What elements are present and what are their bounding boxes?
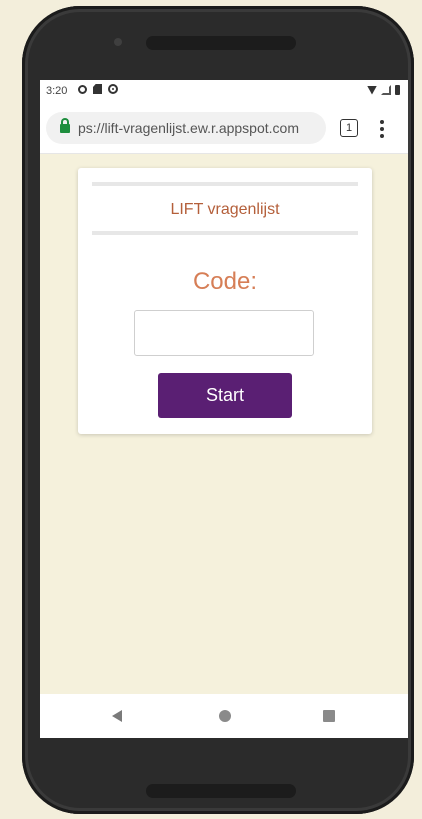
camera-icon: [114, 38, 122, 46]
battery-icon: [395, 85, 400, 95]
status-notification-icons: [78, 84, 118, 94]
status-system-icons: [367, 85, 400, 95]
status-bar: 3:20: [40, 80, 408, 104]
tab-count: 1: [345, 122, 353, 134]
url-bar[interactable]: ps://lift-vragenlijst.ew.r.appspot.com: [46, 112, 326, 144]
menu-dot: [380, 134, 384, 138]
android-nav-bar: [40, 694, 408, 738]
code-input[interactable]: [134, 310, 314, 356]
code-label: Code:: [192, 268, 258, 295]
browser-toolbar: ps://lift-vragenlijst.ew.r.appspot.com 1: [40, 104, 408, 154]
recents-icon[interactable]: [323, 710, 335, 722]
card-divider-top: [92, 182, 358, 186]
menu-dot: [380, 120, 384, 124]
sd-card-icon: [93, 84, 102, 94]
signal-icon: [381, 85, 391, 95]
phone-screen: 3:20 ps://lift-vragenlijst.ew.r.appspot.…: [40, 80, 408, 738]
card-divider-bottom: [92, 231, 358, 235]
home-icon[interactable]: [219, 710, 231, 722]
wifi-icon: [367, 85, 377, 95]
menu-dot: [380, 127, 384, 131]
url-text[interactable]: ps://lift-vragenlijst.ew.r.appspot.com: [78, 120, 299, 136]
login-card: LIFT vragenlijst Code: Start: [78, 168, 372, 434]
card-title: LIFT vragenlijst: [170, 201, 280, 218]
start-button[interactable]: Start: [158, 373, 292, 418]
status-time: 3:20: [46, 85, 68, 97]
back-icon[interactable]: [112, 710, 122, 722]
speaker-grille-bottom: [146, 784, 296, 798]
sync-icon: [108, 84, 118, 94]
more-menu-icon[interactable]: [380, 120, 384, 138]
tab-switcher-button[interactable]: 1: [340, 119, 358, 137]
gear-icon: [78, 84, 87, 94]
speaker-grille-top: [146, 36, 296, 50]
lock-icon: [60, 117, 70, 133]
